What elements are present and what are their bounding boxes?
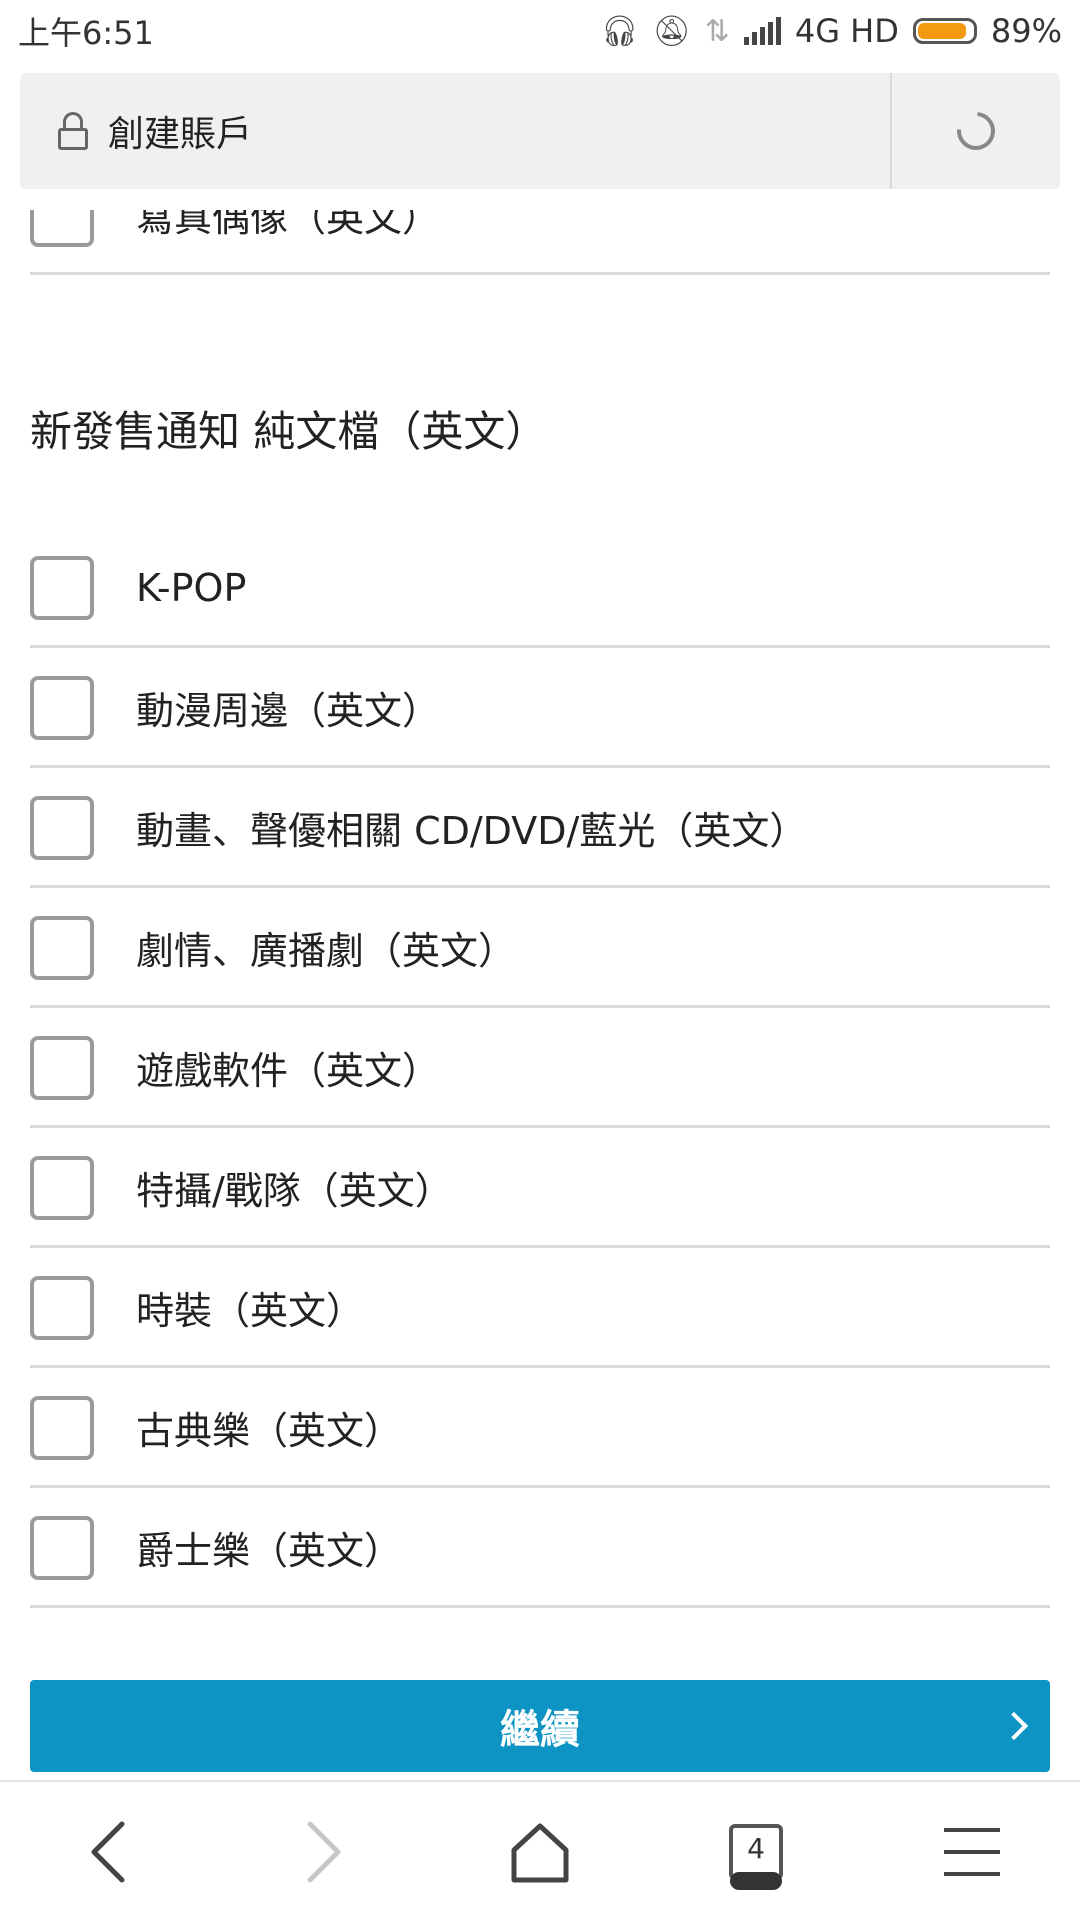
list-item[interactable]: 特攝/戰隊（英文） (30, 1130, 1050, 1248)
reload-button[interactable] (892, 73, 1060, 189)
status-bar: 上午6:51 🎧︎ 🔕︎ ⇅ 4G HD 89% (0, 0, 1080, 62)
continue-label: 繼續 (500, 1707, 580, 1753)
battery-icon (912, 18, 977, 44)
headset-icon: 🎧︎ (600, 13, 639, 49)
list-item[interactable]: 古典樂（英文） (30, 1370, 1050, 1488)
status-time: 上午6:51 (18, 14, 154, 52)
list-item[interactable]: 劇情、廣播劇（英文） (30, 890, 1050, 1008)
chevron-right-icon (999, 1711, 1029, 1741)
forward-icon (307, 1821, 341, 1883)
option-label: K-POP (136, 565, 247, 610)
checkbox[interactable] (30, 555, 94, 620)
network-type: 4G HD (794, 12, 899, 50)
list-item[interactable]: 爵士樂（英文） (30, 1490, 1050, 1608)
mute-bell-icon: 🔕︎ (652, 13, 691, 49)
page-title: 創建賬戶 (108, 114, 253, 155)
checkbox[interactable] (30, 915, 94, 980)
back-icon (91, 1821, 125, 1883)
option-label: 古典樂（英文） (136, 1409, 403, 1453)
list-item[interactable]: K-POP (30, 530, 1050, 648)
option-label: 動漫周邊（英文） (136, 689, 441, 733)
data-arrows-icon: ⇅ (704, 13, 730, 49)
section-title: 新發售通知 純文檔（英文） (30, 407, 548, 456)
checkbox[interactable] (30, 1035, 94, 1100)
list-item[interactable]: 時裝（英文） (30, 1250, 1050, 1368)
signal-icon (743, 17, 781, 45)
checkbox[interactable] (30, 1515, 94, 1580)
checkbox[interactable] (30, 1155, 94, 1220)
option-label: 寫真偶像（英文） (136, 210, 441, 240)
tabs-icon: 4 (729, 1824, 783, 1890)
tabs-button[interactable]: 4 (648, 1782, 864, 1922)
incognito-mask-icon (730, 1872, 782, 1890)
option-label: 劇情、廣播劇（英文） (136, 929, 517, 973)
home-icon (511, 1823, 569, 1883)
list-item[interactable]: 動漫周邊（英文） (30, 650, 1050, 768)
checkbox[interactable] (30, 210, 94, 247)
lock-icon (58, 112, 88, 150)
bottom-nav: 4 (0, 1780, 1080, 1922)
option-label: 遊戲軟件（英文） (136, 1049, 441, 1093)
back-button[interactable] (0, 1782, 216, 1922)
checkbox[interactable] (30, 675, 94, 740)
forward-button[interactable] (216, 1782, 432, 1922)
tab-count: 4 (747, 1832, 765, 1865)
form-content[interactable]: 寫真偶像（英文） 新發售通知 純文檔（英文） K-POP 動漫周邊（英文） 動畫、聲… (0, 210, 1080, 1780)
list-item[interactable]: 遊戲軟件（英文） (30, 1010, 1050, 1128)
continue-button[interactable]: 繼續 (30, 1680, 1050, 1772)
reload-icon (949, 104, 1003, 158)
home-button[interactable] (432, 1782, 648, 1922)
list-item[interactable]: 寫真偶像（英文） (30, 210, 1050, 275)
address-field[interactable]: 創建賬戶 (20, 73, 890, 189)
option-label: 特攝/戰隊（英文） (136, 1169, 453, 1213)
status-icons: 🎧︎ 🔕︎ ⇅ 4G HD 89% (601, 12, 1062, 50)
battery-percent: 89% (990, 12, 1062, 50)
menu-button[interactable] (864, 1782, 1080, 1922)
menu-icon (944, 1828, 1000, 1876)
option-label: 動畫、聲優相關 CD/DVD/藍光（英文） (136, 809, 808, 853)
option-label: 爵士樂（英文） (136, 1529, 403, 1573)
checkbox[interactable] (30, 1275, 94, 1340)
list-item[interactable]: 動畫、聲優相關 CD/DVD/藍光（英文） (30, 770, 1050, 888)
option-label: 時裝（英文） (136, 1289, 365, 1333)
address-bar[interactable]: 創建賬戶 (20, 73, 1060, 189)
checkbox[interactable] (30, 1395, 94, 1460)
checkbox[interactable] (30, 795, 94, 860)
